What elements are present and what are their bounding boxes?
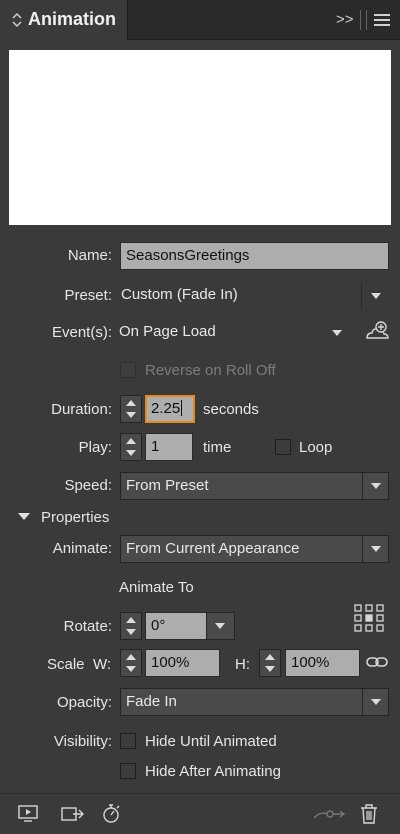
speed-label: Speed: [64, 477, 112, 494]
opacity-dropdown[interactable]: Fade In [120, 688, 389, 716]
events-label: Event(s): [51, 324, 112, 341]
reference-point-icon[interactable] [354, 604, 384, 636]
scale-label: Scale [47, 656, 85, 673]
animate-dropdown-toggle[interactable] [362, 536, 388, 562]
hide-until-checkbox[interactable] [120, 733, 136, 749]
name-label: Name: [67, 247, 112, 264]
panel-menu-icon[interactable] [374, 13, 390, 31]
overflow-arrows-icon[interactable]: >> [336, 11, 354, 28]
scale-w-label: W: [93, 656, 112, 673]
collapse-arrows-icon[interactable] [12, 12, 22, 29]
play-unit: time [203, 439, 232, 456]
preset-separator [361, 282, 362, 310]
events-dropdown[interactable]: On Page Load [116, 319, 346, 347]
timing-icon[interactable] [101, 803, 121, 829]
loop-checkbox[interactable] [275, 439, 291, 455]
chevron-down-icon [215, 623, 225, 629]
play-stepper[interactable] [120, 433, 142, 461]
rotate-input[interactable]: 0° [145, 612, 207, 640]
play-label: Play: [78, 439, 112, 456]
section-expand-icon[interactable] [18, 513, 30, 520]
animate-to-label: Animate To [119, 579, 194, 596]
panel-footer [0, 793, 400, 834]
animate-value: From Current Appearance [126, 540, 300, 557]
scale-h-input[interactable]: 100% [285, 649, 360, 677]
opacity-value: Fade In [126, 693, 177, 710]
scale-h-stepper[interactable] [259, 649, 281, 677]
hide-until-label: Hide Until Animated [145, 733, 277, 750]
duration-input[interactable]: 2.25 [145, 395, 195, 423]
trash-icon[interactable] [360, 803, 378, 829]
chevron-down-icon [371, 293, 381, 299]
opacity-dropdown-toggle[interactable] [362, 689, 388, 715]
panel-tab-animation[interactable]: Animation [0, 0, 128, 40]
hide-after-checkbox[interactable] [120, 763, 136, 779]
speed-value: From Preset [126, 477, 209, 494]
preset-value: Custom (Fade In) [121, 286, 238, 303]
duration-label: Duration: [51, 401, 112, 418]
name-input[interactable]: SeasonsGreetings [120, 242, 389, 270]
animate-label: Animate: [52, 540, 112, 557]
preview-spread-icon[interactable] [18, 805, 38, 827]
speed-dropdown[interactable]: From Preset [120, 472, 389, 500]
header-divider-2 [366, 10, 367, 30]
chevron-down-icon [371, 546, 381, 552]
chevron-down-icon [371, 699, 381, 705]
chevron-down-icon [371, 483, 381, 489]
panel-header: Animation >> [0, 0, 400, 40]
animate-dropdown[interactable]: From Current Appearance [120, 535, 389, 563]
rotate-dropdown[interactable] [206, 612, 235, 640]
duration-stepper[interactable] [120, 395, 142, 423]
convert-to-button-icon[interactable] [61, 805, 85, 827]
visibility-label: Visibility: [53, 733, 112, 750]
reverse-checkbox[interactable] [120, 362, 136, 378]
motion-path-icon[interactable] [313, 807, 346, 825]
hide-after-label: Hide After Animating [145, 763, 281, 780]
chevron-down-icon [332, 330, 342, 336]
panel-title: Animation [28, 9, 116, 29]
duration-unit: seconds [203, 401, 259, 418]
rotate-stepper[interactable] [120, 612, 142, 640]
preset-dropdown[interactable]: Custom (Fade In) [118, 282, 389, 310]
rotate-label: Rotate: [63, 618, 112, 635]
properties-section-label[interactable]: Properties [41, 509, 109, 526]
scale-w-input[interactable]: 100% [145, 649, 220, 677]
events-value: On Page Load [119, 323, 216, 340]
speed-dropdown-toggle[interactable] [362, 473, 388, 499]
constrain-link-icon[interactable] [366, 654, 388, 674]
loop-label: Loop [299, 439, 333, 456]
preset-label: Preset: [64, 287, 112, 304]
scale-h-label: H: [235, 656, 250, 673]
reverse-label: Reverse on Roll Off [145, 362, 276, 379]
animation-preview [9, 50, 391, 225]
header-divider [360, 10, 361, 30]
opacity-label: Opacity: [56, 694, 112, 711]
add-event-icon[interactable] [364, 320, 390, 346]
play-input[interactable]: 1 [145, 433, 193, 461]
scale-w-stepper[interactable] [120, 649, 142, 677]
